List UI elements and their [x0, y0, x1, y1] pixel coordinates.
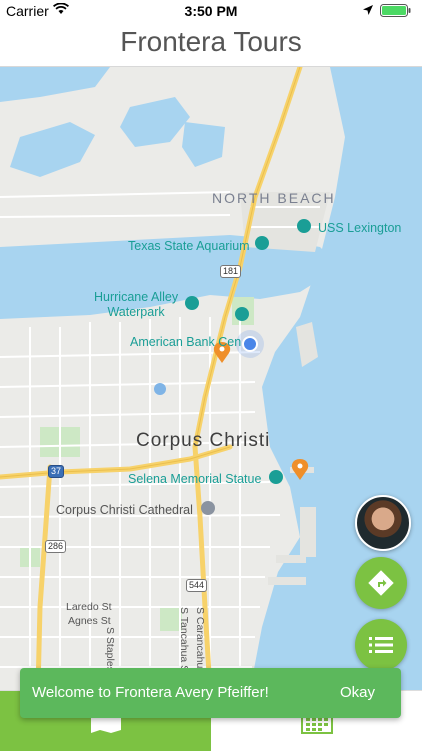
list-icon	[369, 637, 393, 653]
map-label-s-tancahua-st: S Tancahua St	[178, 607, 190, 676]
profile-avatar[interactable]	[355, 495, 411, 551]
snackbar-message: Welcome to Frontera Avery Pfeiffer!	[32, 684, 269, 701]
highway-shield-544: 544	[186, 579, 208, 592]
welcome-snackbar: Welcome to Frontera Avery Pfeiffer! Okay	[20, 668, 401, 718]
map-label-laredo-st: Laredo St	[66, 601, 112, 613]
highway-shield-286: 286	[45, 540, 67, 553]
map-label-texas-state-aquarium[interactable]: Texas State Aquarium	[128, 239, 250, 253]
directions-icon	[368, 570, 394, 596]
map-label-corpus-christi: Corpus Christi	[136, 430, 271, 451]
map-label-hurricane-alley[interactable]: Hurricane Alley Waterpark	[94, 290, 178, 320]
user-location-dot	[242, 336, 258, 352]
clock: 3:50 PM	[184, 3, 238, 19]
directions-button[interactable]	[355, 557, 407, 609]
cathedral-poi-icon	[201, 501, 215, 515]
museum-poi-icon	[297, 219, 311, 233]
highway-shield-37: 37	[48, 465, 65, 478]
map-label-north-beach: NORTH BEACH	[212, 190, 336, 206]
location-arrow-icon	[363, 5, 373, 15]
waterpark-poi-icon	[185, 296, 199, 310]
map-label-american-bank-center[interactable]: American Bank Cen	[130, 335, 241, 349]
page-title: Frontera Tours	[120, 26, 302, 57]
map-label-s-carancahua: S Carancahua	[194, 607, 206, 675]
statue-poi-icon	[269, 470, 283, 484]
map-label-uss-lexington[interactable]: USS Lexington	[318, 221, 401, 235]
aquarium-poi-icon	[255, 236, 269, 250]
highway-shield-181: 181	[220, 265, 242, 278]
battery-icon	[380, 4, 411, 17]
cluster-poi-icon	[154, 383, 166, 395]
status-bar: Carrier 3:50 PM	[0, 0, 422, 22]
map-label-agnes-st: Agnes St	[68, 615, 111, 627]
map-label-cathedral[interactable]: Corpus Christi Cathedral	[56, 503, 193, 517]
list-button[interactable]	[355, 619, 407, 671]
arena-poi-icon	[235, 307, 249, 321]
nav-bar: Frontera Tours	[0, 22, 422, 67]
snackbar-okay-button[interactable]: Okay	[340, 684, 375, 701]
map-label-selena-memorial[interactable]: Selena Memorial Statue	[128, 472, 261, 486]
